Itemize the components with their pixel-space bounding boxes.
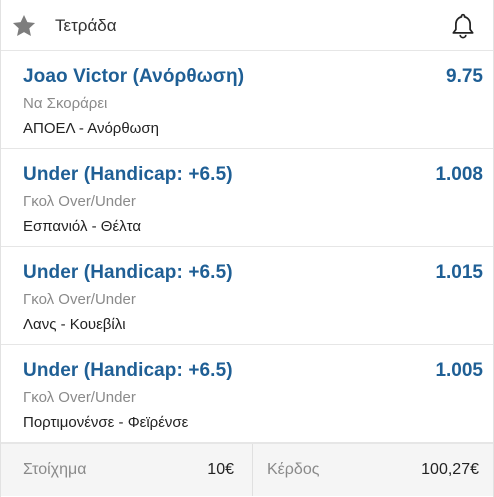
bet-selection: Under (Handicap: +6.5) (23, 262, 233, 283)
bet-item[interactable]: Under (Handicap: +6.5) 1.005 Γκολ Over/U… (1, 345, 493, 443)
bet-selection: Under (Handicap: +6.5) (23, 360, 233, 381)
bet-slip-header: Τετράδα (1, 0, 493, 51)
return-label: Κέρδος (267, 461, 320, 478)
bet-odds: 1.015 (435, 262, 483, 283)
bet-market: Γκολ Over/Under (23, 193, 136, 210)
bet-item[interactable]: Under (Handicap: +6.5) 1.008 Γκολ Over/U… (1, 149, 493, 247)
stake-box[interactable]: Στοίχημα 10€ (1, 444, 253, 496)
bet-match: Εσπανιόλ - Θέλτα (23, 218, 142, 235)
bet-summary-footer: Στοίχημα 10€ Κέρδος 100,27€ (1, 443, 493, 496)
bet-selection: Under (Handicap: +6.5) (23, 164, 233, 185)
stake-label: Στοίχημα (23, 461, 87, 478)
bet-market: Να Σκοράρει (23, 95, 108, 112)
bet-odds: 1.005 (435, 360, 483, 381)
bet-market: Γκολ Over/Under (23, 291, 136, 308)
day-label: Τετράδα (55, 16, 117, 35)
bet-odds: 1.008 (435, 164, 483, 185)
return-box: Κέρδος 100,27€ (253, 444, 493, 496)
bet-match: Λανς - Κουεβίλι (23, 316, 126, 333)
return-value: 100,27€ (421, 461, 479, 478)
bet-odds: 9.75 (446, 66, 483, 87)
bell-icon[interactable] (450, 12, 476, 40)
stake-value: 10€ (207, 461, 234, 478)
star-icon[interactable] (11, 13, 37, 39)
bet-match: ΑΠΟΕΛ - Ανόρθωση (23, 120, 159, 137)
bet-slip-card: Τετράδα Joao Victor (Ανόρθωση) 9.75 Να Σ… (0, 0, 494, 497)
bet-item[interactable]: Joao Victor (Ανόρθωση) 9.75 Να Σκοράρει … (1, 51, 493, 149)
bet-item[interactable]: Under (Handicap: +6.5) 1.015 Γκολ Over/U… (1, 247, 493, 345)
bet-selection: Joao Victor (Ανόρθωση) (23, 66, 245, 87)
bet-market: Γκολ Over/Under (23, 389, 136, 406)
bet-match: Πορτιμονένσε - Φεϊρένσε (23, 414, 189, 431)
